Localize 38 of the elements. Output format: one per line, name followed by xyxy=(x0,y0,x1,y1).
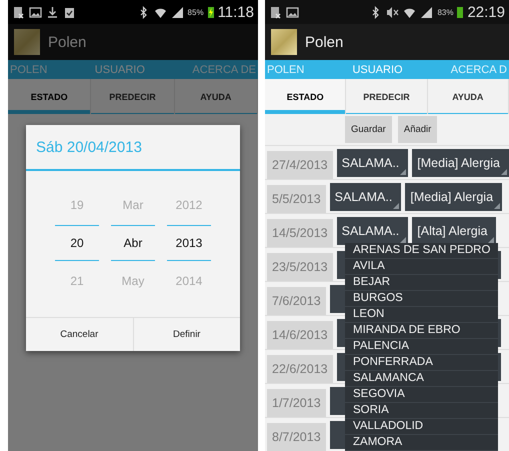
allergy-spinner[interactable]: [Media] Alergia xyxy=(405,182,502,210)
image-icon xyxy=(29,6,42,18)
picker-value[interactable]: 20 xyxy=(55,225,99,261)
app-logo xyxy=(271,29,297,55)
dropdown-option[interactable]: BEJAR xyxy=(345,275,498,291)
file-icon xyxy=(269,6,282,18)
clock-time: 22:19 xyxy=(467,4,505,20)
app-title: Polen xyxy=(305,34,344,50)
dropdown-option[interactable]: SEGOVIA xyxy=(345,387,498,403)
app-logo xyxy=(14,29,40,55)
city-spinner[interactable]: SALAMA.. xyxy=(330,182,402,210)
action-button[interactable]: Guardar xyxy=(345,116,392,143)
picker-value[interactable]: 2013 xyxy=(167,225,211,261)
image-icon xyxy=(286,6,299,18)
battery-percent: 83% xyxy=(437,8,454,16)
action-button[interactable]: Añadir xyxy=(398,116,438,143)
city-spinner[interactable]: SALAMA.. xyxy=(336,148,408,176)
app-title: Polen xyxy=(48,34,86,50)
sub-tab[interactable]: ESTADO xyxy=(8,79,92,114)
dropdown-option[interactable]: SORIA xyxy=(345,403,498,419)
dialog-button[interactable]: Definir xyxy=(132,318,240,351)
allergy-spinner[interactable]: [Media] Alergia xyxy=(412,148,509,176)
clock-time: 11:18 xyxy=(218,4,254,20)
file-icon xyxy=(12,6,25,18)
dialog-button[interactable]: Cancelar xyxy=(26,318,132,351)
sub-tab[interactable]: ESTADO xyxy=(265,79,346,114)
dropdown-option[interactable]: LEON xyxy=(345,307,498,323)
signal-icon xyxy=(170,6,184,18)
sub-tab[interactable]: AYUDA xyxy=(428,79,509,114)
allergy-spinner[interactable]: [Alta] Alergia xyxy=(412,216,496,244)
dropdown-option[interactable]: VALLADOLID xyxy=(345,419,498,435)
city-spinner[interactable]: SALAMA.. xyxy=(336,216,408,244)
dropdown-option[interactable]: ZAMORA xyxy=(345,435,498,451)
signal-icon xyxy=(420,6,434,18)
sub-tab[interactable]: PREDECIR xyxy=(346,79,428,114)
picker-value[interactable]: Abr xyxy=(111,225,155,261)
dialog-title: Sáb 20/04/2013 xyxy=(26,125,240,171)
battery-percent: 85% xyxy=(188,8,204,16)
